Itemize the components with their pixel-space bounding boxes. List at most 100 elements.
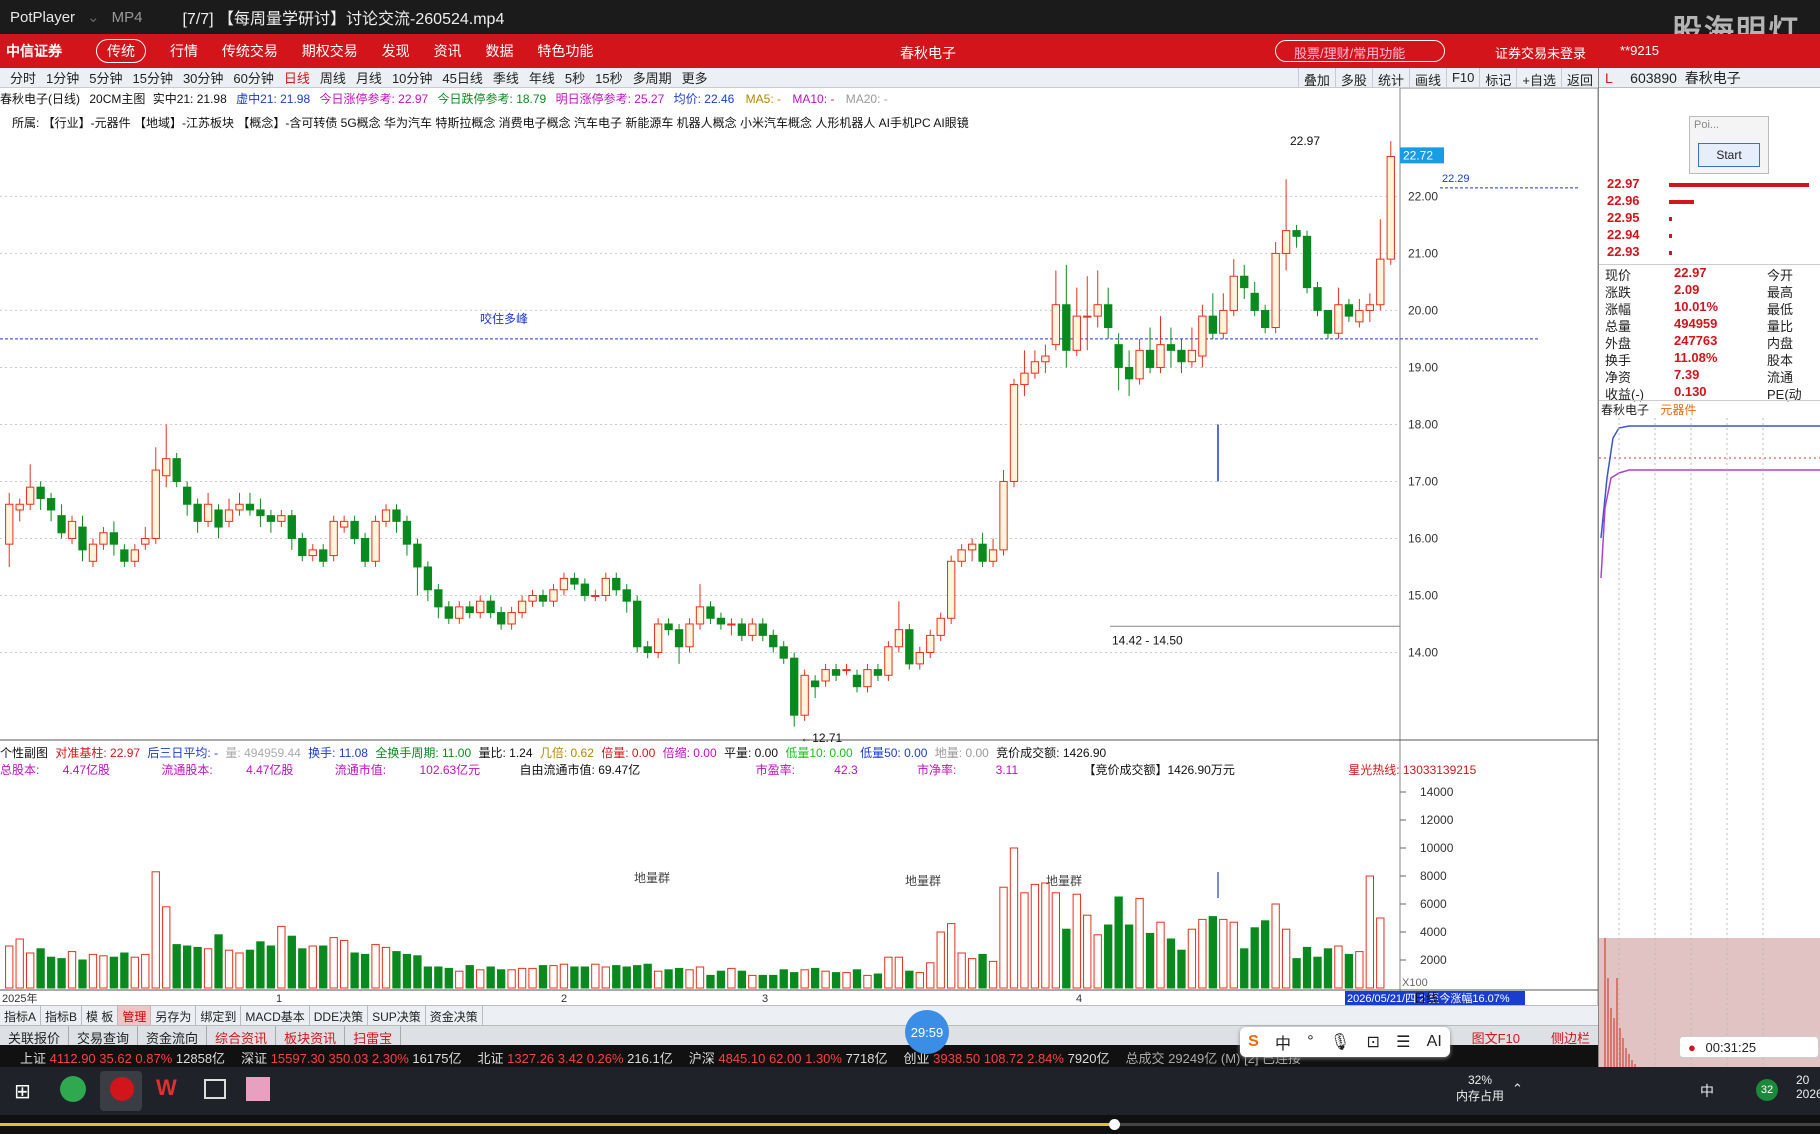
menu-item[interactable]: 期权交易 [302,43,358,59]
notify-badge[interactable]: 32 [1756,1079,1778,1101]
browser-icon[interactable] [60,1076,86,1102]
period-tab[interactable]: 更多 [682,68,708,87]
news-tab[interactable]: 板块资讯 [276,1026,346,1046]
ask-row[interactable]: 22.95 [1599,210,1820,227]
period-tab[interactable]: 15分钟 [132,68,172,87]
clock[interactable]: 20 2026 [1796,1073,1820,1101]
indicator-tab[interactable]: DDE决策 [310,1006,369,1025]
ask-row[interactable]: 22.97 [1599,176,1820,193]
tool-button[interactable]: 标记 [1479,68,1516,88]
ime-skin-icon[interactable]: ☰ [1396,1032,1410,1052]
index-amount: 216.1亿 [627,1051,673,1066]
candle-body [570,577,579,585]
tray-chevron-icon[interactable]: ⌃ [1512,1081,1523,1097]
menu-item[interactable]: 特色功能 [537,43,593,59]
period-tab-active[interactable]: 日线 [284,68,310,87]
quote-l-icon[interactable]: L [1605,70,1612,86]
ime-logo-icon[interactable]: S [1248,1033,1259,1051]
indicator-tab[interactable]: 模 板 [82,1006,119,1025]
indicator-tab[interactable]: 绑定到 [196,1006,242,1025]
login-status[interactable]: 证券交易未登录 [1495,43,1586,62]
tool-button[interactable]: F10 [1445,68,1479,88]
tool-button[interactable]: 统计 [1371,68,1409,88]
ask-row[interactable]: 22.93 [1599,244,1820,261]
menu-item[interactable]: 传统交易 [222,43,278,59]
period-tab[interactable]: 周线 [320,68,346,87]
menu-item[interactable]: 行情 [170,43,198,59]
market-index[interactable]: 深证 15597.30 350.03 2.30% 16175亿 [241,1051,461,1066]
sector-name[interactable]: 元器件 [1660,403,1696,417]
period-tab[interactable]: 5分钟 [89,68,122,87]
account-id[interactable]: **9215 [1620,43,1659,58]
start-button[interactable]: Start [1698,143,1760,167]
menu-item[interactable]: 资讯 [434,43,462,59]
indicator-tab[interactable]: MACD基本 [241,1006,310,1025]
period-tab[interactable]: 年线 [529,68,555,87]
sector-stock: 春秋电子 [1601,403,1650,417]
chart-panel[interactable]: 14.00 15.00 16.00 17.00 18.00 19.00 20.00 21.00… [0,88,1598,1006]
tool-button[interactable]: +自选 [1516,68,1561,88]
ask-row[interactable]: 22.96 [1599,193,1820,210]
indicator-tab[interactable]: 资金决策 [426,1006,483,1025]
news-tab[interactable]: 扫雷宝 [345,1026,402,1046]
kline-chart[interactable]: 14.00 15.00 16.00 17.00 18.00 19.00 20.00 21.00… [0,88,1598,1006]
period-tab[interactable]: 季线 [493,68,519,87]
ime-lang[interactable]: 中 [1275,1030,1291,1054]
fund-value: 3.11 [995,763,1019,777]
ime-mic-icon[interactable]: 🎙 [1330,1032,1350,1052]
wps-icon[interactable]: W [156,1075,177,1101]
sub-chart-info: 个性副图 对准基柱: 22.97 后三日平均: - 量: 494959.44 换… [0,744,1598,761]
indicator-tab[interactable]: SUP决策 [368,1006,426,1025]
candle-body [109,532,119,545]
sub-l: 低量50: 0.00 [860,746,928,760]
paint-app-icon[interactable] [246,1077,270,1101]
menu-item[interactable]: 发现 [382,43,410,59]
record-badge[interactable]: ● 00:31:25 [1679,1036,1819,1058]
market-index[interactable]: 创业 3938.50 108.72 2.84% 7920亿 [904,1051,1110,1066]
market-index[interactable]: 上证 4112.90 35.62 0.87% 12858亿 [20,1051,225,1066]
news-tab[interactable]: 交易查询 [69,1026,139,1046]
period-tab[interactable]: 45日线 [442,68,482,87]
candle-body [1208,315,1218,334]
mode-select[interactable]: 传统 [96,39,146,63]
tool-button[interactable]: 多股 [1334,68,1372,88]
period-tab[interactable]: 分时 [10,68,36,87]
indicator-tab[interactable]: 另存为 [151,1006,197,1025]
news-tab[interactable]: 资金流向 [138,1026,208,1046]
market-index[interactable]: 北证 1327.26 3.42 0.26% 216.1亿 [478,1051,673,1066]
period-tab[interactable]: 5秒 [565,68,585,87]
period-tab[interactable]: 月线 [356,68,382,87]
media-app-icon[interactable] [204,1079,226,1099]
menu-item[interactable]: 数据 [485,43,513,59]
app-name[interactable]: PotPlayer [0,9,75,26]
indicator-tab[interactable]: 指标A [0,1006,42,1025]
period-tab[interactable]: 30分钟 [183,68,223,87]
period-tab[interactable]: 15秒 [595,68,622,87]
ime-ai-icon[interactable]: AI [1427,1033,1442,1051]
news-tab[interactable]: 综合资讯 [207,1026,277,1046]
stat-row: 涨跌 2.09 最高 [1599,282,1820,300]
search-input[interactable]: 股票/理财/常用功能 [1275,40,1445,62]
market-index[interactable]: 沪深 4845.10 62.00 1.30% 7718亿 [689,1051,888,1066]
price-tick-label: 18.00 [1408,417,1438,431]
vol-annotation: 地量群 [905,874,941,888]
ime-punct-icon[interactable]: ° [1307,1033,1313,1051]
progress-handle[interactable] [1109,1119,1120,1130]
video-progress-bar[interactable] [0,1115,1820,1134]
ask-row[interactable]: 22.94 [1599,227,1820,244]
tool-button[interactable]: 画线 [1408,68,1446,88]
period-tab[interactable]: 10分钟 [392,68,432,87]
indicator-tab[interactable]: 指标B [41,1006,83,1025]
ime-keyboard-icon[interactable]: ⊡ [1366,1032,1379,1052]
vol-tick-label: 6000 [1420,897,1447,911]
period-tab[interactable]: 60分钟 [233,68,273,87]
indicator-tab[interactable]: 管理 [118,1006,152,1025]
period-tab[interactable]: 1分钟 [46,68,79,87]
news-tab[interactable]: 关联报价 [0,1026,70,1046]
windows-start-icon[interactable]: ⊞ [14,1079,31,1104]
ime-indicator[interactable]: 中 [1700,1081,1714,1101]
period-tab[interactable]: 多周期 [633,68,672,87]
tool-button[interactable]: 叠加 [1297,68,1335,88]
recording-timer[interactable]: 29:59 [905,1010,949,1054]
tool-button[interactable]: 返回 [1560,68,1598,88]
